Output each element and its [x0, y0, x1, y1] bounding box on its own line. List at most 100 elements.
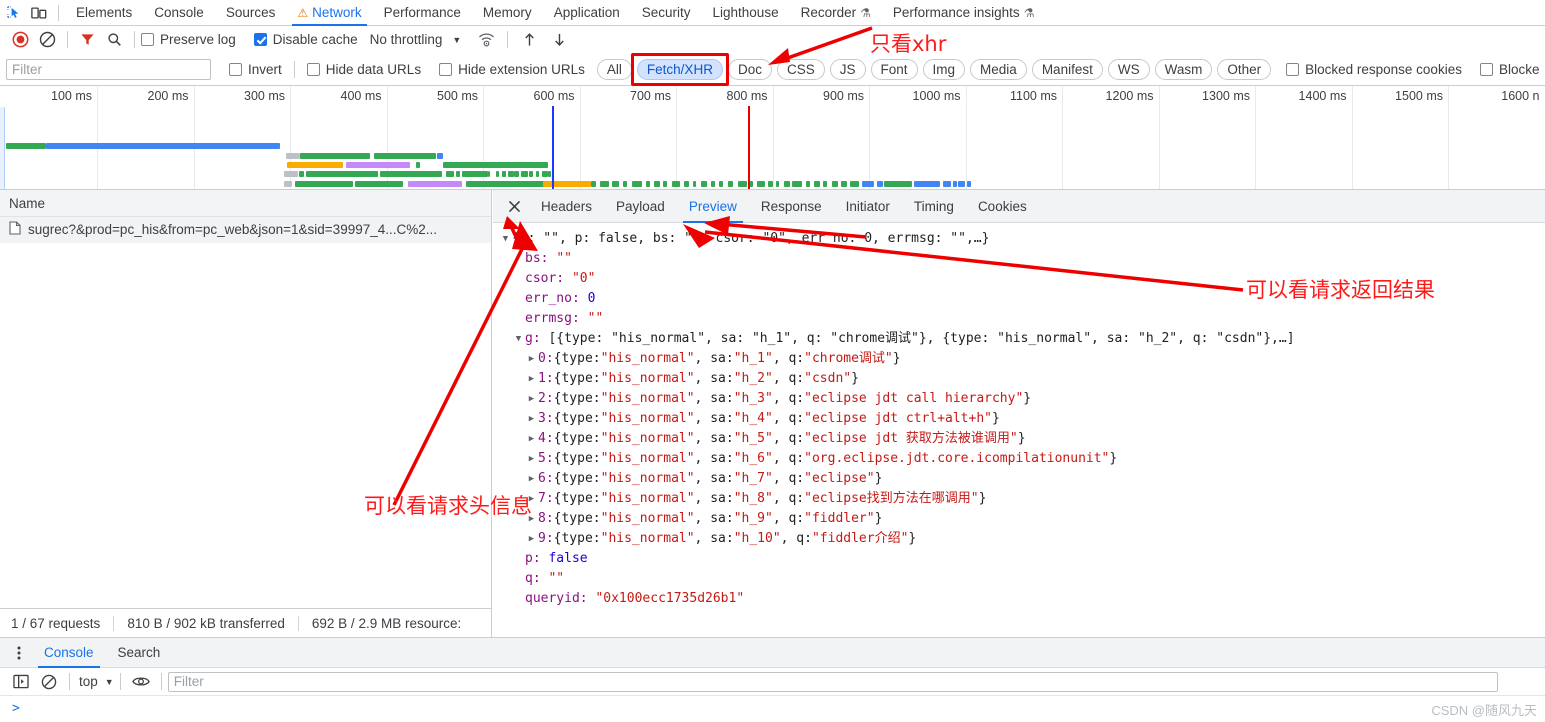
chevron-right-icon[interactable] [525, 449, 538, 469]
filter-icon[interactable] [74, 28, 100, 52]
tab-memory[interactable]: Memory [472, 0, 543, 26]
detail-tab-initiator[interactable]: Initiator [834, 190, 902, 223]
tab-console[interactable]: Console [143, 0, 215, 26]
network-conditions-icon[interactable] [471, 28, 501, 52]
export-har-icon[interactable] [544, 28, 574, 52]
blocked-response-cookies-checkbox[interactable]: Blocked response cookies [1286, 62, 1462, 77]
record-button[interactable] [7, 28, 33, 52]
tab-security[interactable]: Security [631, 0, 702, 26]
eye-icon[interactable] [127, 669, 155, 695]
tab-recorder[interactable]: Recorder ⚗ [790, 0, 882, 26]
filter-pill-doc[interactable]: Doc [727, 58, 772, 80]
warning-icon: ⚠ [297, 5, 309, 20]
filter-pill-other[interactable]: Other [1217, 58, 1272, 80]
filter-input[interactable] [6, 58, 211, 80]
disable-cache-checkbox[interactable]: Disable cache [253, 32, 358, 47]
clear-console-icon[interactable] [35, 669, 63, 695]
inspect-element-icon[interactable] [0, 2, 26, 24]
hide-data-urls-box[interactable] [306, 62, 320, 76]
json-array-item[interactable]: 1: {type: "his_normal", sa: "h_2", q: "c… [499, 369, 1545, 389]
tab-network[interactable]: ⚠ Network [286, 0, 372, 26]
filter-pill-css[interactable]: CSS [776, 58, 825, 80]
invert-box[interactable] [229, 62, 242, 76]
json-array-item[interactable]: 0: {type: "his_normal", sa: "h_1", q: "c… [499, 349, 1545, 369]
blocked-requests-checkbox[interactable]: Blocke [1479, 62, 1539, 77]
filter-pill-all[interactable]: All [596, 58, 632, 80]
detail-tab-headers[interactable]: Headers [529, 190, 604, 223]
throttling-select[interactable]: No throttling [370, 32, 443, 47]
chevron-right-icon[interactable] [525, 389, 538, 409]
hide-extension-urls-checkbox[interactable]: Hide extension URLs [439, 62, 585, 77]
json-array-item[interactable]: 6: {type: "his_normal", sa: "h_7", q: "e… [499, 469, 1545, 489]
invert-checkbox[interactable]: Invert [229, 62, 282, 77]
chevron-down-icon[interactable]: ▼ [105, 677, 114, 687]
filter-pill-js[interactable]: JS [829, 58, 866, 80]
clear-button[interactable] [33, 28, 61, 52]
json-array-item[interactable]: 8: {type: "his_normal", sa: "h_9", q: "f… [499, 509, 1545, 529]
device-toolbar-icon[interactable] [26, 2, 52, 24]
tab-performance-insights[interactable]: Performance insights ⚗ [882, 0, 1046, 26]
filter-pill-wasm[interactable]: Wasm [1154, 58, 1213, 80]
json-punct: , sa: [694, 511, 734, 526]
chevron-right-icon[interactable] [525, 369, 538, 389]
console-context-selector[interactable]: top [76, 674, 101, 689]
detail-tab-payload[interactable]: Payload [604, 190, 677, 223]
table-row[interactable]: sugrec?&prod=pc_his&from=pc_web&json=1&s… [0, 217, 491, 243]
tab-label: Recorder [800, 4, 857, 20]
json-array-item[interactable]: 3: {type: "his_normal", sa: "h_4", q: "e… [499, 409, 1545, 429]
tab-label: Sources [225, 4, 276, 20]
waterfall-bar [814, 181, 820, 187]
blocked-response-cookies-box[interactable] [1286, 62, 1300, 76]
json-array-item[interactable]: 7: {type: "his_normal", sa: "h_8", q: "e… [499, 489, 1545, 509]
hide-data-urls-checkbox[interactable]: Hide data URLs [306, 62, 421, 77]
filter-pill-media[interactable]: Media [970, 58, 1027, 80]
blocked-requests-box[interactable] [1479, 62, 1493, 76]
disable-cache-box[interactable] [253, 33, 267, 46]
tab-application[interactable]: Application [543, 0, 631, 26]
chevron-down-icon[interactable] [512, 329, 525, 349]
import-har-icon[interactable] [514, 28, 544, 52]
drawer-tab-console[interactable]: Console [32, 638, 106, 668]
tab-performance[interactable]: Performance [373, 0, 472, 26]
preserve-log-checkbox[interactable]: Preserve log [141, 32, 236, 47]
json-array-item[interactable]: 9: {type: "his_normal", sa: "h_10", q: "… [499, 529, 1545, 549]
detail-tab-timing[interactable]: Timing [902, 190, 966, 223]
tab-elements[interactable]: Elements [65, 0, 143, 26]
tab-sources[interactable]: Sources [215, 0, 287, 26]
json-punct: , q: [772, 511, 805, 526]
json-row-g[interactable]: g: [{type: "his_normal", sa: "h_1", q: "… [499, 329, 1545, 349]
close-icon[interactable] [499, 190, 529, 223]
column-header-name[interactable]: Name [9, 196, 45, 211]
filter-pill-manifest[interactable]: Manifest [1031, 58, 1103, 80]
chevron-down-icon[interactable] [499, 229, 512, 249]
chevron-right-icon[interactable] [525, 429, 538, 449]
chevron-right-icon[interactable] [525, 469, 538, 489]
filter-pill-img[interactable]: Img [922, 58, 966, 80]
detail-tab-preview[interactable]: Preview [677, 190, 749, 223]
detail-tab-response[interactable]: Response [749, 190, 834, 223]
hide-extension-urls-box[interactable] [439, 62, 453, 76]
chevron-down-icon[interactable]: ▼ [452, 35, 461, 45]
overview-left-handle[interactable] [0, 107, 5, 189]
chevron-right-icon[interactable] [525, 349, 538, 369]
json-array-item[interactable]: 4: {type: "his_normal", sa: "h_5", q: "e… [499, 429, 1545, 449]
tab-lighthouse[interactable]: Lighthouse [702, 0, 790, 26]
detail-tab-cookies[interactable]: Cookies [966, 190, 1039, 223]
waterfall-bar [514, 171, 519, 177]
preserve-log-box[interactable] [141, 33, 154, 46]
waterfall-bar [646, 181, 650, 187]
json-root-row[interactable]: {q: "", p: false, bs: "", csor: "0", err… [499, 229, 1545, 249]
console-filter-input[interactable] [167, 671, 1498, 692]
more-options-icon[interactable] [6, 638, 32, 668]
network-overview[interactable]: 100 ms 200 ms 300 ms 400 ms 500 ms 600 ms 700 … [0, 86, 1545, 190]
filter-pill-ws[interactable]: WS [1107, 58, 1150, 80]
search-icon[interactable] [100, 28, 128, 52]
console-sidebar-icon[interactable] [7, 669, 35, 695]
json-array-item[interactable]: 5: {type: "his_normal", sa: "h_6", q: "o… [499, 449, 1545, 469]
chevron-right-icon[interactable] [525, 529, 538, 549]
filter-pill-fetch-xhr[interactable]: Fetch/XHR [630, 52, 729, 86]
drawer-tab-search[interactable]: Search [106, 638, 173, 668]
chevron-right-icon[interactable] [525, 409, 538, 429]
filter-pill-font[interactable]: Font [870, 58, 918, 80]
json-array-item[interactable]: 2: {type: "his_normal", sa: "h_3", q: "e… [499, 389, 1545, 409]
